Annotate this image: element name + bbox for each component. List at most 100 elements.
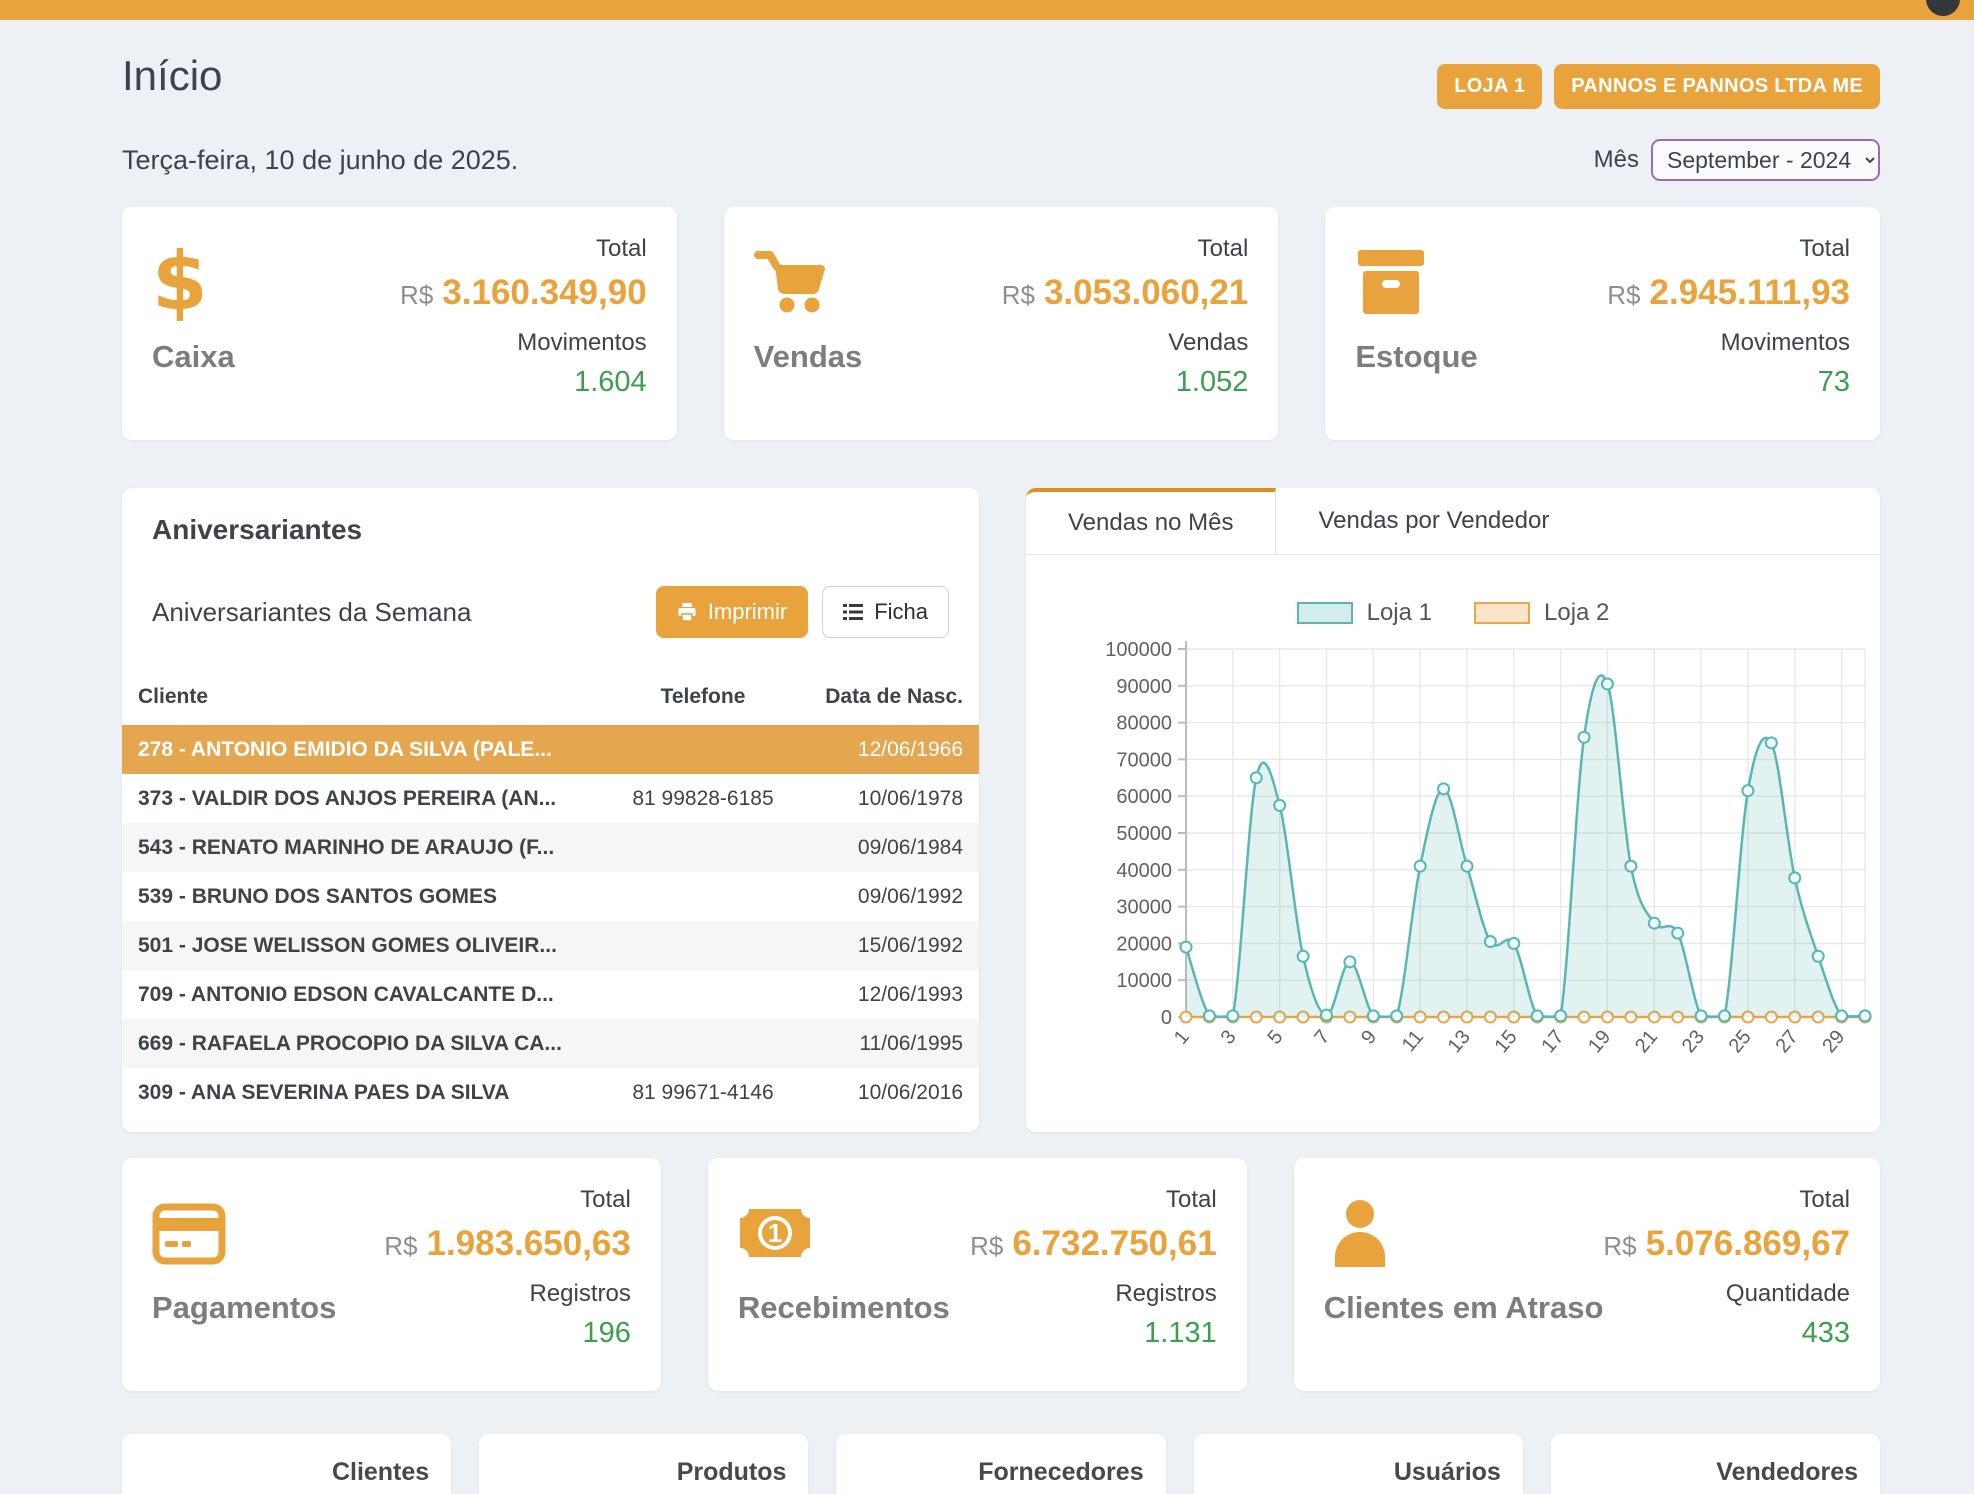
page-title: Início — [122, 48, 222, 109]
quick-card-label: Fornecedores — [978, 1458, 1143, 1486]
svg-text:7: 7 — [1310, 1026, 1334, 1049]
print-button-label: Imprimir — [708, 599, 787, 625]
quick-card-label: Produtos — [677, 1458, 787, 1486]
month-select[interactable]: September - 2024 — [1651, 139, 1880, 181]
phone-cell: 81 99828-6185 — [597, 787, 809, 811]
table-row[interactable]: 543 - RENATO MARINHO DE ARAUJO (F... 09/0… — [122, 823, 979, 872]
table-row[interactable]: 501 - JOSE WELISSON GOMES OLIVEIR... 15/0… — [122, 921, 979, 970]
middle-panels: Aniversariantes Aniversariantes da Seman… — [122, 488, 1880, 1132]
sales-tabs: Vendas no MêsVendas por Vendedor — [1026, 488, 1880, 555]
svg-text:27: 27 — [1771, 1026, 1802, 1057]
currency-prefix: R$ — [400, 280, 433, 310]
svg-text:0: 0 — [1161, 1007, 1172, 1029]
tab-vendas-por-vendedor[interactable]: Vendas por Vendedor — [1276, 488, 1591, 554]
user-avatar-icon[interactable] — [1926, 0, 1960, 16]
count-label: Quantidade — [1545, 1280, 1850, 1308]
month-picker: Mês September - 2024 — [1594, 139, 1880, 181]
column-header: Data de Nasc. — [809, 685, 979, 709]
company-badge[interactable]: PANNOS E PANNOS LTDA ME — [1554, 64, 1880, 109]
svg-text:13: 13 — [1444, 1026, 1475, 1057]
phone-cell: 81 99671-4146 — [597, 1081, 809, 1105]
svg-text:11: 11 — [1398, 1026, 1428, 1056]
count-value: 1.131 — [939, 1317, 1217, 1350]
svg-text:30000: 30000 — [1116, 897, 1172, 919]
card-left: 1 Recebimentos — [738, 1184, 939, 1367]
card-label: Clientes em Atraso — [1324, 1290, 1545, 1326]
currency-prefix: R$ — [1002, 280, 1035, 310]
legend-item-loja-1[interactable]: Loja 1 — [1297, 599, 1432, 627]
svg-text:90000: 90000 — [1116, 676, 1172, 698]
total-label: Total — [939, 1186, 1217, 1214]
store-badge[interactable]: LOJA 1 — [1437, 64, 1542, 109]
dashboard-page: Início LOJA 1 PANNOS E PANNOS LTDA ME Te… — [0, 48, 1974, 1494]
total-label: Total — [961, 235, 1248, 263]
svg-text:40000: 40000 — [1116, 860, 1172, 882]
table-row[interactable]: 709 - ANTONIO EDSON CAVALCANTE D...12/06… — [122, 970, 979, 1019]
count-label: Registros — [939, 1280, 1217, 1308]
quick-card-produtos[interactable]: Produtos — [479, 1434, 808, 1494]
card-label: Estoque — [1355, 339, 1563, 375]
card-pagamentos: Pagamentos Total R$1.983.650,63 Registro… — [122, 1158, 661, 1391]
card-recebimentos: 1 Recebimentos Total R$6.732.750,61 Regi… — [708, 1158, 1247, 1391]
summary-cards-top: $ Caixa Total R$3.160.349,90 Movimentos … — [122, 207, 1880, 440]
list-icon — [843, 603, 863, 621]
count-label: Movimentos — [360, 329, 647, 357]
svg-text:80000: 80000 — [1116, 713, 1172, 735]
total-amount: 3.160.349,90 — [442, 273, 646, 312]
client-cell: 543 - RENATO MARINHO DE ARAUJO (F... — [122, 836, 597, 860]
birthdate-cell: 09/06/1984 — [809, 836, 979, 860]
table-row[interactable]: 669 - RAFAELA PROCOPIO DA SILVA CA...11/… — [122, 1019, 979, 1068]
birthdate-cell: 15/06/1992 — [809, 934, 979, 958]
svg-text:100000: 100000 — [1105, 639, 1172, 661]
legend-item-loja-2[interactable]: Loja 2 — [1474, 599, 1609, 627]
quick-card-clientes[interactable]: Clientes — [122, 1434, 451, 1494]
birthdays-toolbar: Aniversariantes da Semana Imprimir — [122, 566, 979, 658]
quick-card-label: Vendedores — [1716, 1458, 1858, 1486]
legend-label: Loja 2 — [1544, 599, 1609, 627]
tab-vendas-no-mes[interactable]: Vendas no Mês — [1026, 488, 1276, 554]
legend-swatch — [1297, 602, 1353, 624]
client-cell: 278 - ANTONIO EMIDIO DA SILVA (PALE... — [122, 738, 597, 762]
column-header: Cliente — [122, 685, 597, 709]
count-value: 196 — [353, 1317, 631, 1350]
svg-text:9: 9 — [1357, 1026, 1381, 1049]
birthdate-cell: 10/06/1978 — [809, 787, 979, 811]
total-label: Total — [1545, 1186, 1850, 1214]
quick-card-fornecedores[interactable]: Fornecedores — [836, 1434, 1165, 1494]
legend-swatch — [1474, 602, 1530, 624]
svg-text:17: 17 — [1537, 1026, 1568, 1057]
card-values: Total R$3.053.060,21 Vendas 1.052 — [961, 233, 1248, 416]
print-button[interactable]: Imprimir — [656, 586, 808, 638]
ficha-button[interactable]: Ficha — [822, 586, 949, 638]
card-values: Total R$2.945.111,93 Movimentos 73 — [1563, 233, 1850, 416]
table-row[interactable]: 539 - BRUNO DOS SANTOS GOMES09/06/1992 — [122, 872, 979, 921]
currency-prefix: R$ — [970, 1231, 1003, 1261]
svg-text:1: 1 — [1170, 1026, 1194, 1049]
table-row[interactable]: 309 - ANA SEVERINA PAES DA SILVA81 99671… — [122, 1068, 979, 1117]
legend-label: Loja 1 — [1367, 599, 1432, 627]
currency-prefix: R$ — [384, 1231, 417, 1261]
card-values: Total R$3.160.349,90 Movimentos 1.604 — [360, 233, 647, 416]
svg-text:15: 15 — [1490, 1026, 1521, 1057]
birthdate-cell: 10/06/2016 — [809, 1081, 979, 1105]
table-row[interactable]: 278 - ANTONIO EMIDIO DA SILVA (PALE... 12… — [122, 725, 979, 774]
count-value: 1.052 — [961, 366, 1248, 399]
quick-card-usuarios[interactable]: Usuários — [1194, 1434, 1523, 1494]
svg-text:1: 1 — [768, 1218, 782, 1248]
box-icon — [1355, 237, 1563, 327]
table-row[interactable]: 373 - VALDIR DOS ANJOS PEREIRA (AN...81 … — [122, 774, 979, 823]
total-label: Total — [1563, 235, 1850, 263]
svg-text:3: 3 — [1217, 1026, 1241, 1049]
svg-text:10000: 10000 — [1116, 970, 1172, 992]
total-label: Total — [360, 235, 647, 263]
client-cell: 709 - ANTONIO EDSON CAVALCANTE D... — [122, 983, 597, 1007]
total-label: Total — [353, 1186, 631, 1214]
birthdays-title: Aniversariantes — [152, 514, 949, 546]
quick-card-vendedores[interactable]: Vendedores — [1551, 1434, 1880, 1494]
header-badges: LOJA 1 PANNOS E PANNOS LTDA ME — [1437, 64, 1880, 109]
card-caixa: $ Caixa Total R$3.160.349,90 Movimentos … — [122, 207, 677, 440]
client-cell: 501 - JOSE WELISSON GOMES OLIVEIR... — [122, 934, 597, 958]
currency-prefix: R$ — [1603, 1231, 1636, 1261]
dollar-icon: $ — [152, 237, 360, 327]
birthdate-cell: 12/06/1966 — [809, 738, 979, 762]
